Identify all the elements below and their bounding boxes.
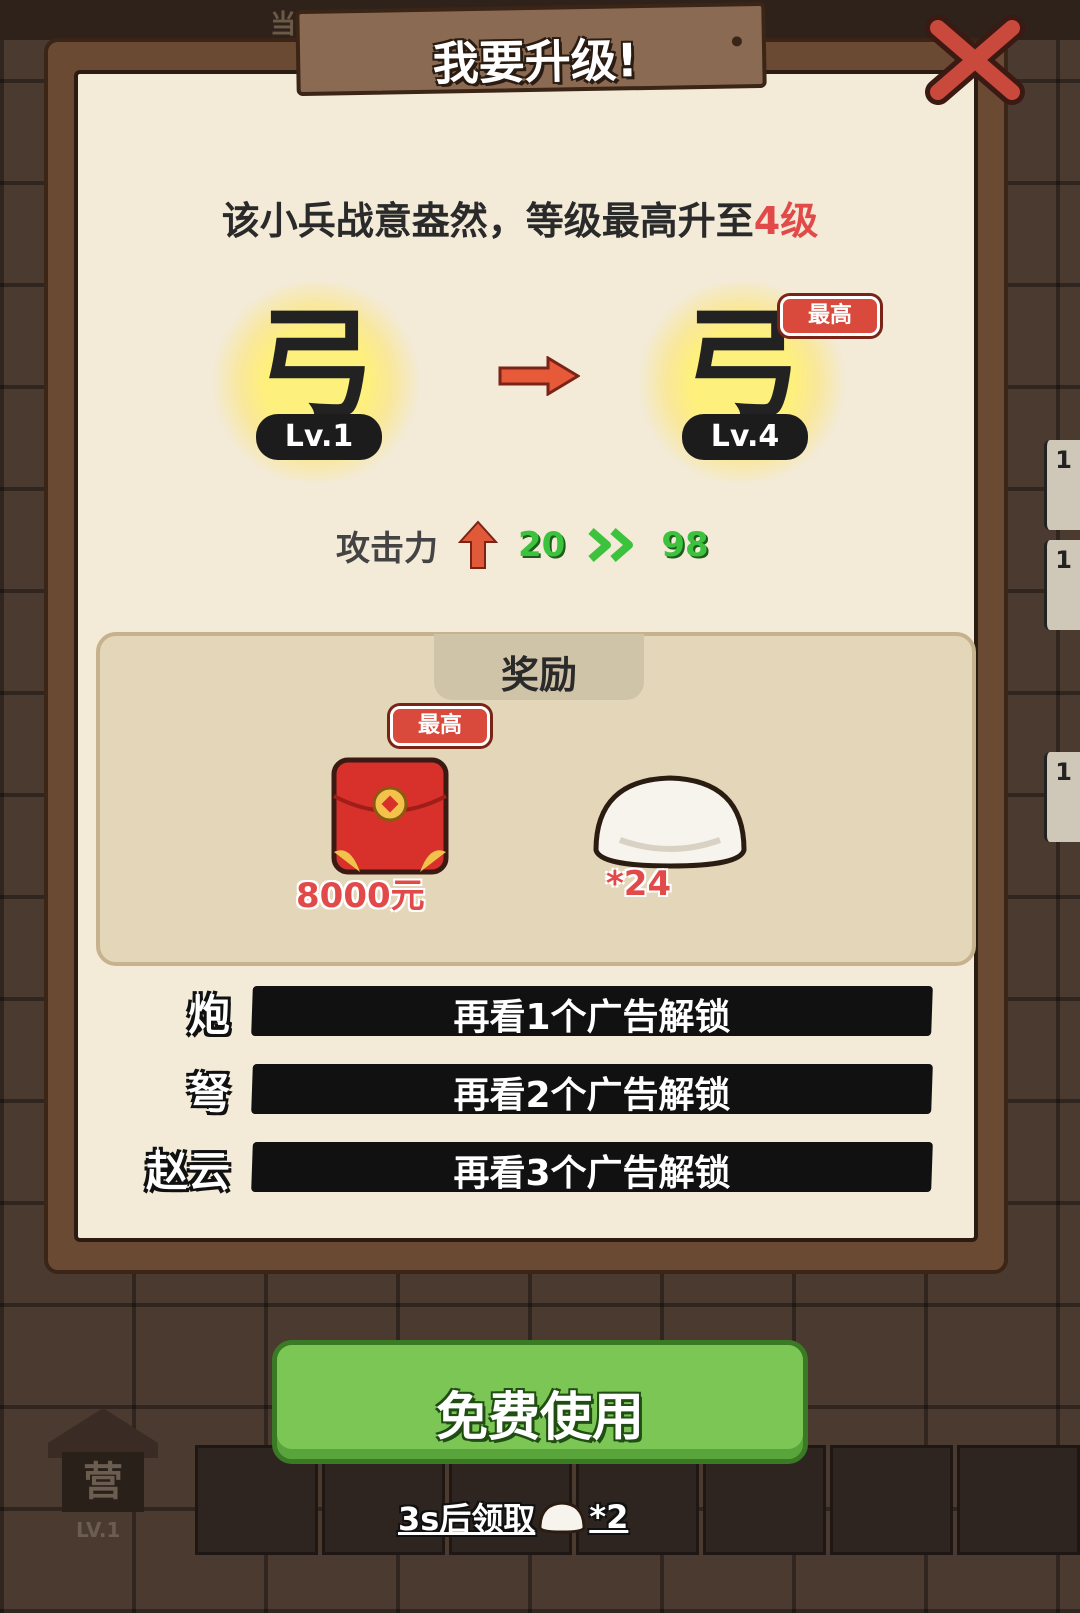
claim-count: *2 <box>589 1498 629 1536</box>
max-badge: 最高 <box>780 296 880 336</box>
close-button[interactable] <box>920 10 1030 110</box>
unlock-row-crossbow[interactable]: 弩 再看2个广告解锁 <box>100 1060 940 1120</box>
unlock-row-zhaoyun[interactable]: 赵云 再看3个广告解锁 <box>100 1138 940 1198</box>
current-level-tag: Lv.1 <box>256 414 382 460</box>
unlock-text: 再看2个广告解锁 <box>453 1075 731 1116</box>
upgrade-description: 该小兵战意盎然，等级最高升至4级 <box>221 199 819 243</box>
current-unit: 弓 Lv.1 <box>206 282 426 482</box>
close-icon <box>925 15 1025 105</box>
unlock-unit-name: 赵云 <box>145 1147 230 1196</box>
red-envelope-icon <box>331 757 449 875</box>
claim-later-link[interactable]: 3s后领取 *2 <box>398 1492 628 1542</box>
side-unit-card: 1 <box>1044 752 1080 842</box>
steamed-bun-icon <box>593 775 747 869</box>
side-unit-card: 1 <box>1044 540 1080 630</box>
free-use-button[interactable]: 免费使用 <box>272 1340 808 1464</box>
max-level-highlight: 4级 <box>753 199 819 243</box>
unlock-text: 再看3个广告解锁 <box>453 1153 731 1194</box>
reward-title: 奖励 <box>500 653 577 697</box>
attack-label: 攻击力 <box>336 528 438 569</box>
title-plank: 我要升级! <box>295 1 767 97</box>
target-level-tag: Lv.4 <box>682 414 808 460</box>
free-use-label: 免费使用 <box>435 1388 644 1448</box>
side-unit-card: 1 <box>1044 440 1080 530</box>
arrow-up-icon <box>458 520 498 569</box>
camp-building[interactable]: 营 LV.1 <box>48 1408 158 1558</box>
unlock-unit-name: 弩 <box>187 1069 230 1118</box>
bun-amount: *24 <box>606 864 672 904</box>
double-chevron-icon <box>588 527 634 563</box>
unlock-unit-name: 炮 <box>187 991 230 1040</box>
dialog-title: 我要升级! <box>432 33 639 91</box>
unlock-text: 再看1个广告解锁 <box>453 997 731 1038</box>
steamed-bun-icon <box>538 1501 586 1534</box>
arrow-right-icon <box>498 356 580 396</box>
unit-slot[interactable] <box>830 1445 953 1555</box>
camp-roof <box>48 1408 158 1458</box>
attack-stat-row: 攻击力 20 98 <box>336 520 709 570</box>
claim-text: 3s后领取 <box>398 1500 536 1538</box>
unit-glyph: 弓 <box>256 294 376 435</box>
unit-slot[interactable] <box>957 1445 1080 1555</box>
attack-to-value: 98 <box>661 525 709 565</box>
reward-max-badge: 最高 <box>390 706 490 746</box>
red-envelope-amount: 8000元 <box>296 876 425 916</box>
camp-level: LV.1 <box>76 1518 121 1542</box>
camp-glyph: 营 <box>62 1452 144 1512</box>
reward-panel: 奖励 最高 8000元 *24 <box>96 632 976 966</box>
unlock-row-cannon[interactable]: 炮 再看1个广告解锁 <box>100 982 940 1042</box>
attack-from-value: 20 <box>518 525 566 565</box>
